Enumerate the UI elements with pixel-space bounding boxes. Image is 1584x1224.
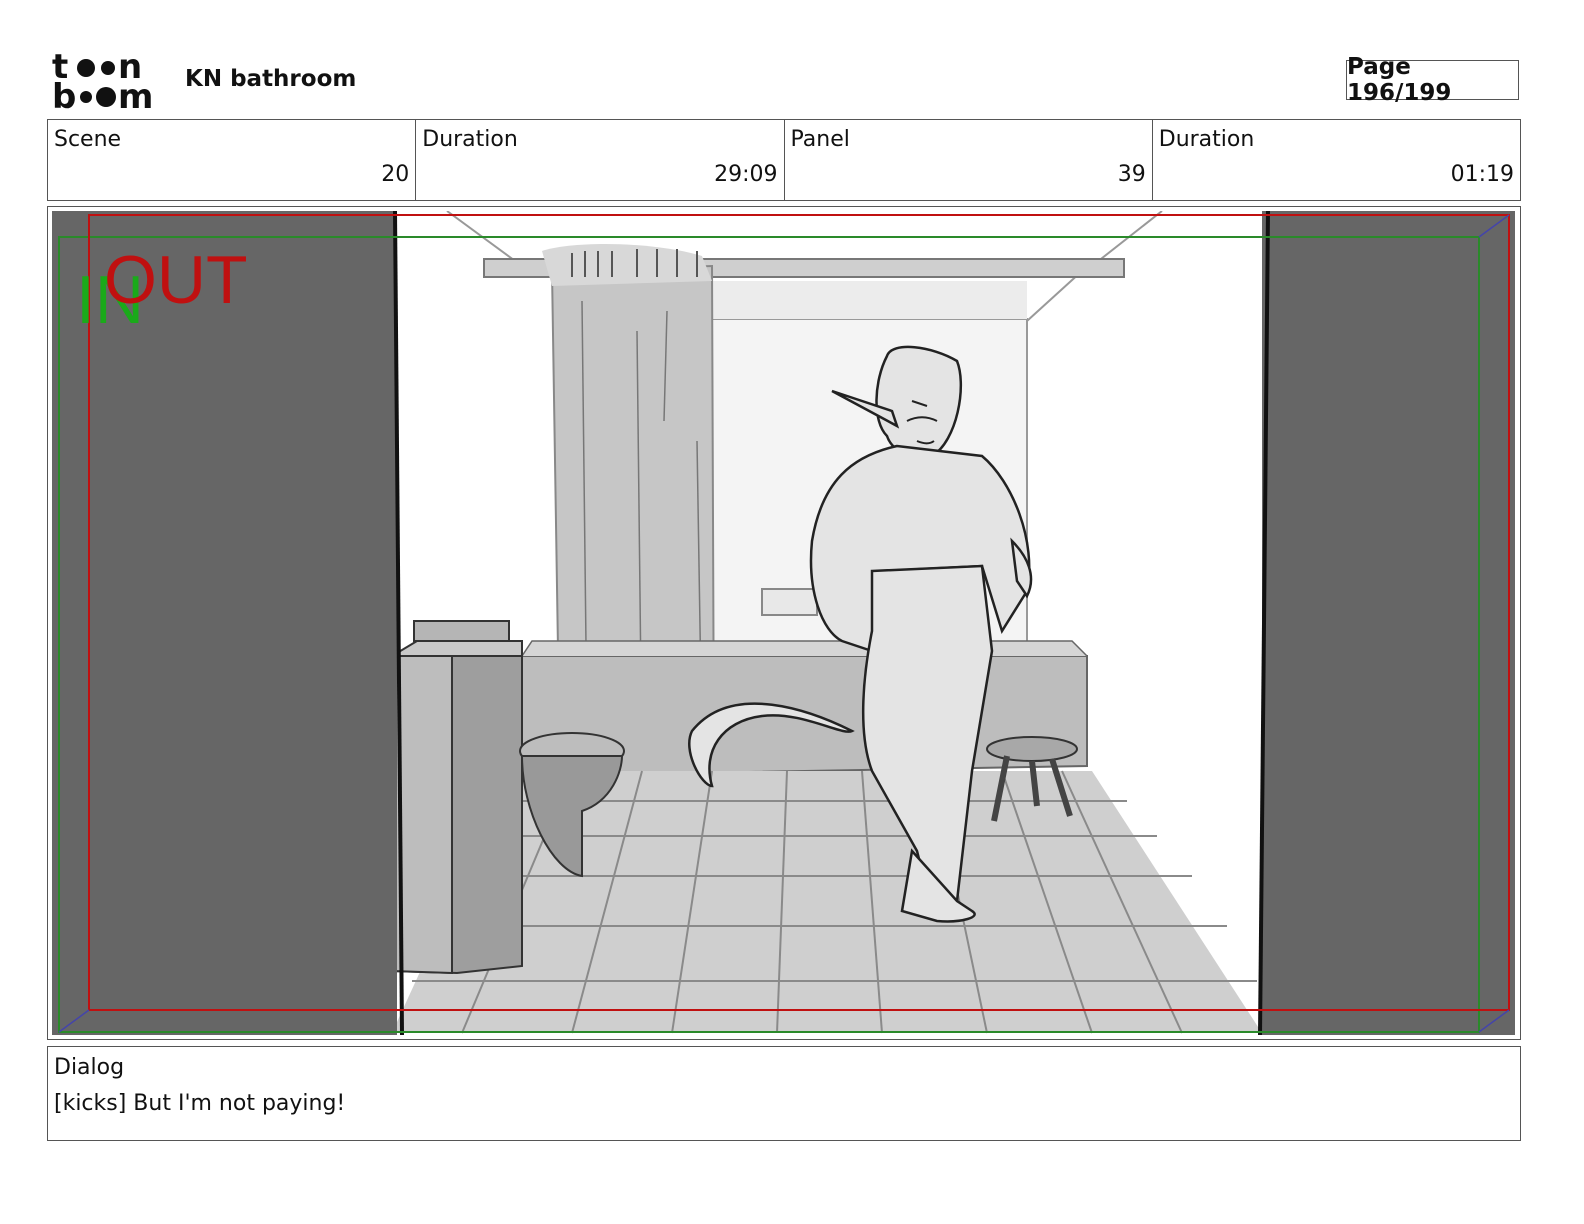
dialog-label: Dialog <box>54 1055 125 1080</box>
panel-value: 39 <box>1117 162 1146 187</box>
scene-cell: Scene 20 <box>48 120 417 200</box>
right-mask <box>1262 211 1515 1035</box>
scene-duration-cell: Duration 29:09 <box>416 120 785 200</box>
page-indicator: Page 196/199 <box>1346 54 1519 106</box>
out-marker: OUT <box>104 242 248 318</box>
toon-boom-logo: t n b m <box>52 47 164 117</box>
panel-duration-cell: Duration 01:19 <box>1153 120 1520 200</box>
scene-duration-label: Duration <box>422 127 518 152</box>
panel-duration-label: Duration <box>1158 127 1255 152</box>
svg-text:m: m <box>118 77 153 112</box>
panel-drawing: IN OUT <box>52 211 1515 1035</box>
scene-label: Scene <box>54 127 122 152</box>
scene-duration-value: 29:09 <box>714 162 778 187</box>
dialog-text: [kicks] But I'm not paying! <box>54 1091 346 1116</box>
project-title: KN bathroom <box>185 66 357 92</box>
scene-value: 20 <box>381 162 410 187</box>
storyboard-panel: IN OUT <box>47 206 1521 1040</box>
svg-text:b: b <box>52 77 76 112</box>
panel-label: Panel <box>790 127 850 152</box>
info-row: Scene 20 Duration 29:09 Panel 39 Duratio… <box>47 119 1521 201</box>
panel-duration-value: 01:19 <box>1450 162 1514 187</box>
panel-cell: Panel 39 <box>785 120 1153 200</box>
dialog-box: Dialog [kicks] But I'm not paying! <box>47 1046 1521 1141</box>
